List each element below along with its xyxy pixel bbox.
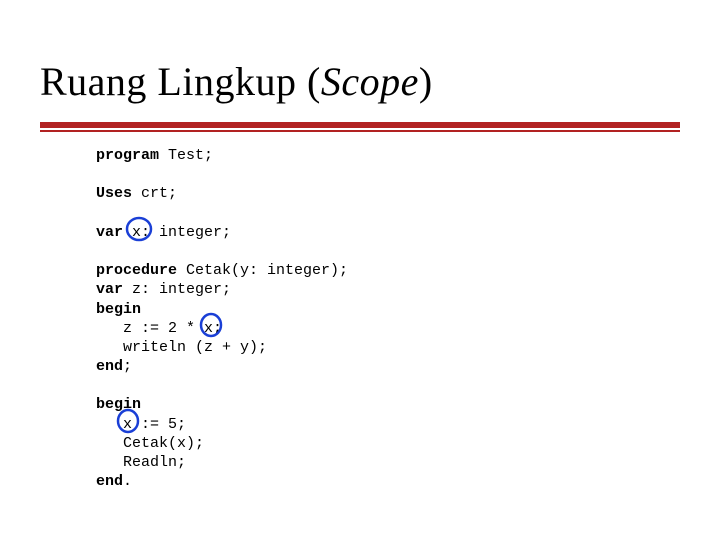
kw-var-local: var <box>96 281 123 298</box>
title-rule-thick <box>40 122 680 130</box>
kw-var: var <box>96 224 123 241</box>
title-text-italic: Scope <box>321 59 419 104</box>
code-text: crt; <box>132 185 177 202</box>
code-text: writeln (z + y); <box>96 339 267 356</box>
title-text-plain: Ruang Lingkup ( <box>40 59 321 104</box>
code-text: := 5; <box>132 416 186 433</box>
kw-program: program <box>96 147 159 164</box>
circled-var-x-use2: x <box>123 415 132 434</box>
code-text: . <box>123 473 132 490</box>
code-text <box>123 224 132 241</box>
code-block: program Test; Uses crt; var x: integer; … <box>0 132 720 491</box>
title-area: Ruang Lingkup (Scope) <box>0 0 720 112</box>
kw-end-main: end <box>96 473 123 490</box>
kw-procedure: procedure <box>96 262 177 279</box>
title-text-close: ) <box>419 59 433 104</box>
kw-end-proc: end <box>96 358 123 375</box>
circled-var-x-decl: x: <box>132 223 150 242</box>
code-text: z: integer; <box>123 281 231 298</box>
code-text: x: <box>132 224 150 241</box>
code-text: Readln; <box>96 454 186 471</box>
kw-begin-main: begin <box>96 396 141 413</box>
slide-title: Ruang Lingkup (Scope) <box>40 60 680 104</box>
code-text: integer; <box>150 224 231 241</box>
kw-uses: Uses <box>96 185 132 202</box>
code-text: x; <box>204 320 222 337</box>
code-text: ; <box>123 358 132 375</box>
code-text: Cetak(x); <box>96 435 204 452</box>
code-text: Cetak(y: integer); <box>177 262 348 279</box>
code-text <box>96 416 123 433</box>
slide: Ruang Lingkup (Scope) program Test; Uses… <box>0 0 720 540</box>
kw-begin-proc: begin <box>96 301 141 318</box>
code-text: x <box>123 416 132 433</box>
title-rule-gap <box>40 128 680 130</box>
code-text: z := 2 * <box>96 320 204 337</box>
circled-var-x-use1: x; <box>204 319 222 338</box>
code-text: Test; <box>159 147 213 164</box>
